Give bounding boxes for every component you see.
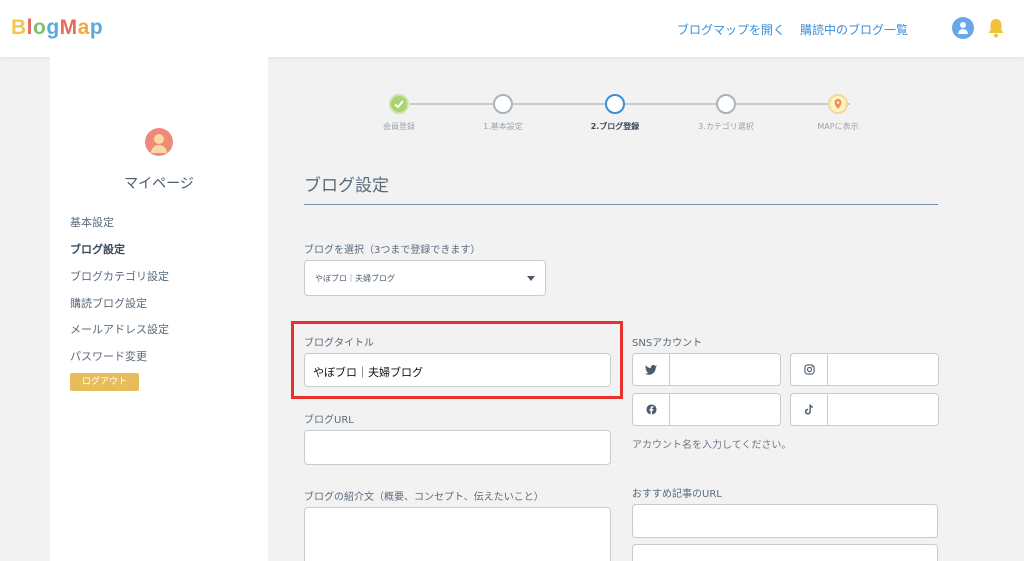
recommended-url-label: おすすめ記事のURL <box>632 489 722 500</box>
sidebar-item-password-change[interactable]: パスワード変更 <box>70 348 147 364</box>
user-icon[interactable] <box>952 17 974 39</box>
step-label-current: 2.ブログ登録 <box>590 122 640 131</box>
step-circle <box>493 94 513 114</box>
blog-url-label: ブログURL <box>304 415 354 426</box>
facebook-icon <box>633 394 670 425</box>
top-header: BlogMap ブログマップを開く 購読中のブログ一覧 <box>0 0 1024 57</box>
twitter-icon <box>633 354 670 385</box>
blogmap-logo[interactable]: BlogMap <box>11 16 103 40</box>
blog-title-input[interactable]: やぼブロ｜夫婦ブログ <box>304 353 611 387</box>
divider <box>304 204 938 205</box>
sidebar-item-blog-category-settings[interactable]: ブログカテゴリ設定 <box>70 268 169 284</box>
logo-letter: g <box>46 16 60 39</box>
sidebar-item-blog-settings[interactable]: ブログ設定 <box>70 241 125 257</box>
sidebar-item-subscribed-blog-settings[interactable]: 購読ブログ設定 <box>70 295 147 311</box>
step-circle-current <box>605 94 625 114</box>
stepper-line <box>410 103 850 105</box>
recommended-url-input[interactable] <box>632 544 938 561</box>
logo-letter: M <box>59 16 78 39</box>
instagram-icon <box>791 354 828 385</box>
logout-button[interactable]: ログアウト <box>70 373 139 391</box>
sns-label: SNSアカウント <box>632 338 703 349</box>
blog-select[interactable]: やぼブロ｜夫婦ブログ <box>304 260 546 296</box>
profile-avatar <box>145 128 173 156</box>
tiktok-account-field[interactable] <box>790 393 939 426</box>
sns-hint: アカウント名を入力してください。 <box>632 440 792 451</box>
recommended-url-input[interactable] <box>632 504 938 538</box>
logo-letter: p <box>89 16 104 39</box>
step-label: MAPに表示 <box>817 122 859 131</box>
tiktok-icon <box>791 394 828 425</box>
check-icon <box>389 94 409 114</box>
subscribed-blogs-link[interactable]: 購読中のブログ一覧 <box>800 21 908 38</box>
logo-letter: a <box>77 16 90 39</box>
main-content: 会員登録 1.基本設定 2.ブログ登録 3.カテゴリ選択 MAPに表示 ブログ設… <box>268 57 968 561</box>
blog-intro-textarea[interactable] <box>304 507 611 561</box>
sidebar-item-basic-settings[interactable]: 基本設定 <box>70 214 114 230</box>
blog-select-value: やぼブロ｜夫婦ブログ <box>315 274 395 283</box>
chevron-down-icon <box>527 276 535 281</box>
mypage-title: マイページ <box>124 176 194 192</box>
step-circle <box>716 94 736 114</box>
logo-letter: o <box>33 16 47 39</box>
blog-title-label: ブログタイトル <box>304 338 374 349</box>
instagram-account-field[interactable] <box>790 353 939 386</box>
logo-letter: B <box>11 16 27 39</box>
map-pin-icon <box>828 94 848 114</box>
step-label: 会員登録 <box>383 122 415 131</box>
twitter-account-field[interactable] <box>632 353 781 386</box>
page-title: ブログ設定 <box>304 176 389 196</box>
step-label: 3.カテゴリ選択 <box>698 122 754 131</box>
step-label: 1.基本設定 <box>483 122 523 131</box>
sidebar: マイページ 基本設定 ブログ設定 ブログカテゴリ設定 購読ブログ設定 メールアド… <box>50 57 268 561</box>
blog-url-input[interactable] <box>304 430 611 465</box>
facebook-account-field[interactable] <box>632 393 781 426</box>
blog-select-label: ブログを選択（3つまで登録できます） <box>304 245 481 256</box>
sidebar-item-email-settings[interactable]: メールアドレス設定 <box>70 321 169 337</box>
open-blog-map-link[interactable]: ブログマップを開く <box>677 21 785 38</box>
blog-title-value: やぼブロ｜夫婦ブログ <box>313 366 423 379</box>
bell-icon[interactable] <box>987 18 1005 38</box>
blog-intro-label: ブログの紹介文（概要、コンセプト、伝えたいこと） <box>304 492 544 503</box>
